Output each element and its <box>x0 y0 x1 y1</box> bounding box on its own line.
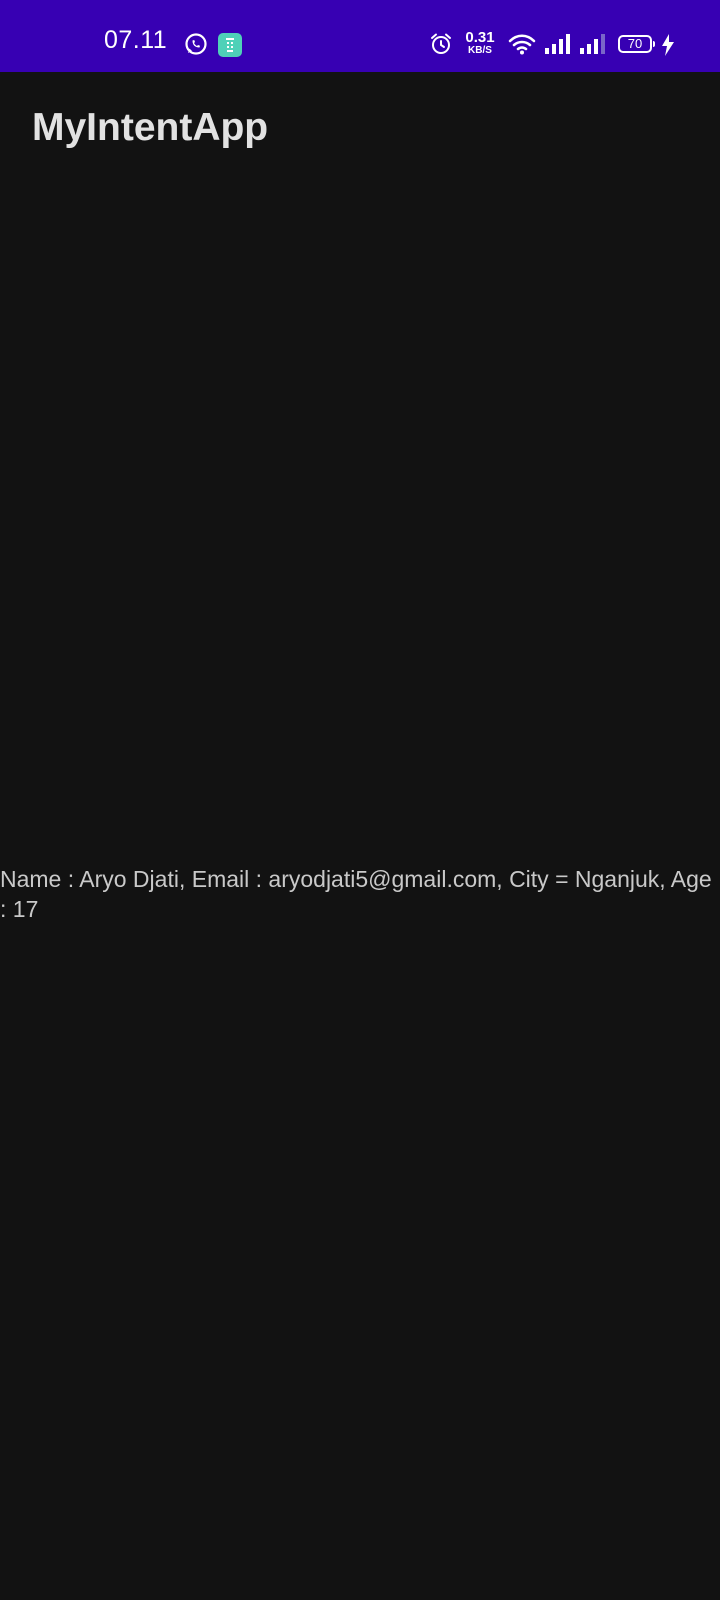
battery-icon: 70 <box>618 35 655 53</box>
alarm-icon <box>430 33 452 60</box>
app-notification-icon <box>218 33 242 62</box>
network-speed-indicator: 0.31 KB/S <box>463 30 497 56</box>
charging-icon <box>661 34 675 61</box>
status-time: 07.11 <box>104 26 168 54</box>
status-bar: 07.11 0.31 KB/S 70 <box>0 0 720 72</box>
signal-icon <box>580 34 606 59</box>
whatsapp-icon <box>184 32 208 61</box>
person-details-text: Name : Aryo Djati, Email : aryodjati5@gm… <box>0 866 712 922</box>
app-title: MyIntentApp <box>32 106 269 149</box>
signal-icon <box>545 34 571 59</box>
wifi-icon <box>508 33 536 60</box>
network-speed-value: 0.31 <box>465 29 495 46</box>
network-speed-unit: KB/S <box>468 45 492 56</box>
